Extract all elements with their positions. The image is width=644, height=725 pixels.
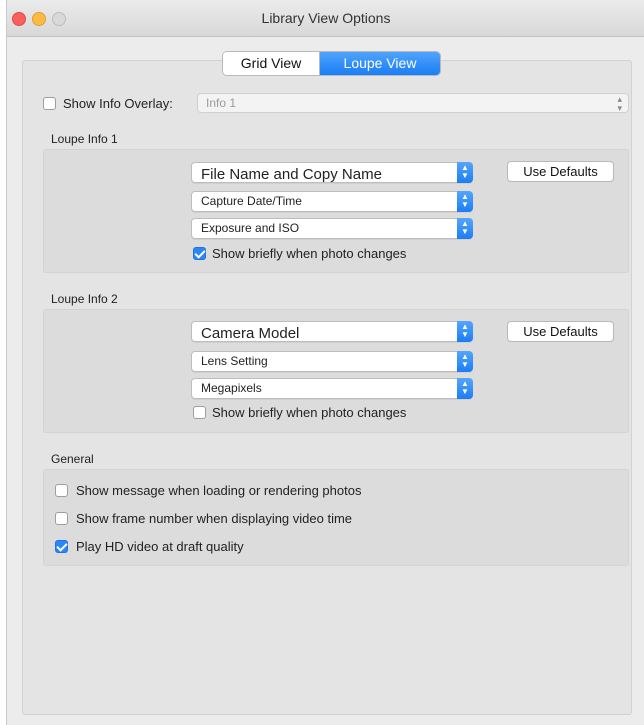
loupe1-field3-value: Exposure and ISO xyxy=(201,221,300,235)
show-info-overlay-label: Show Info Overlay: xyxy=(63,96,173,111)
loupe-info-2-heading: Loupe Info 2 xyxy=(51,292,118,306)
play-hd-draft-label: Play HD video at draft quality xyxy=(76,539,244,554)
loupe2-show-briefly-label: Show briefly when photo changes xyxy=(212,405,407,420)
popup-arrows-icon: ▲ ▼ xyxy=(457,218,473,239)
show-frame-number-label: Show frame number when displaying video … xyxy=(76,511,353,526)
title-bar[interactable]: Library View Options xyxy=(7,0,644,37)
popup-arrows-icon: ▲ ▼ xyxy=(457,378,473,399)
loupe1-show-briefly-checkbox[interactable] xyxy=(193,247,206,260)
loupe2-field1-popup[interactable]: Camera Model ▲ ▼ xyxy=(191,321,473,342)
loupe1-field1-popup[interactable]: File Name and Copy Name ▲ ▼ xyxy=(191,162,473,183)
window-title: Library View Options xyxy=(261,10,391,26)
loupe1-field2-popup[interactable]: Capture Date/Time ▲ ▼ xyxy=(191,191,473,212)
loupe1-field3-popup[interactable]: Exposure and ISO ▲ ▼ xyxy=(191,218,473,239)
loupe2-show-briefly-checkbox[interactable] xyxy=(193,406,206,419)
loupe1-field2-value: Capture Date/Time xyxy=(201,194,302,208)
loupe1-use-defaults-button[interactable]: Use Defaults xyxy=(507,161,614,182)
loupe2-field2-popup[interactable]: Lens Setting ▲ ▼ xyxy=(191,351,473,372)
loupe2-field1-value: Camera Model xyxy=(201,325,300,342)
show-loading-message-checkbox[interactable] xyxy=(55,484,68,497)
info-overlay-select[interactable]: Info 1 ▴ ▾ xyxy=(197,93,629,113)
loupe2-field3-popup[interactable]: Megapixels ▲ ▼ xyxy=(191,378,473,399)
popup-arrows-icon: ▲ ▼ xyxy=(457,321,473,342)
loupe1-show-briefly-label: Show briefly when photo changes xyxy=(212,246,407,261)
show-loading-message-label: Show message when loading or rendering p… xyxy=(76,483,362,498)
tab-loupe-view[interactable]: Loupe View xyxy=(320,52,440,75)
tab-grid-view[interactable]: Grid View xyxy=(223,52,320,75)
info-overlay-select-value: Info 1 xyxy=(206,96,237,110)
popup-arrows-icon: ▲ ▼ xyxy=(457,191,473,212)
general-heading: General xyxy=(51,452,94,466)
popup-arrows-icon: ▲ ▼ xyxy=(457,351,473,372)
loupe-info-1-heading: Loupe Info 1 xyxy=(51,132,118,146)
loupe1-field1-value: File Name and Copy Name xyxy=(201,166,382,183)
show-frame-number-checkbox[interactable] xyxy=(55,512,68,525)
view-tabs: Grid View Loupe View xyxy=(222,51,441,76)
play-hd-draft-checkbox[interactable] xyxy=(55,540,68,553)
show-info-overlay-checkbox[interactable] xyxy=(43,97,56,110)
loupe2-use-defaults-button[interactable]: Use Defaults xyxy=(507,321,614,342)
popup-arrows-icon: ▲ ▼ xyxy=(457,162,473,183)
loupe2-field3-value: Megapixels xyxy=(201,381,262,395)
select-arrows-icon: ▴ ▾ xyxy=(617,94,622,113)
loupe2-field2-value: Lens Setting xyxy=(201,354,268,368)
